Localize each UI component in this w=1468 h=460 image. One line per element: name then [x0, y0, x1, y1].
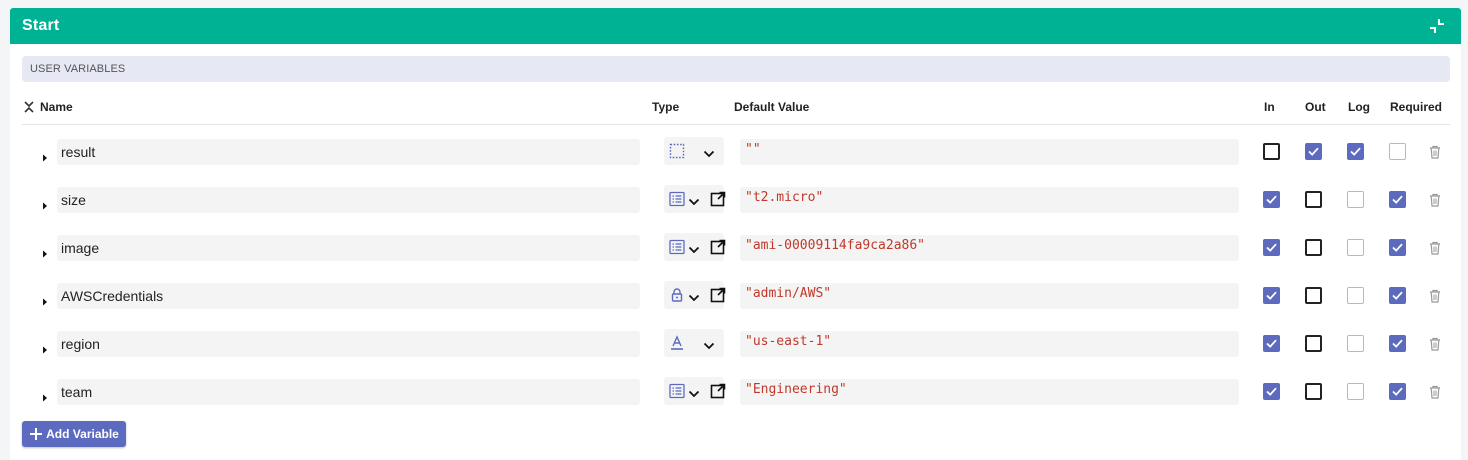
- table-row: size "t2.micro": [10, 182, 1461, 230]
- type-select[interactable]: [664, 137, 724, 165]
- trash-icon[interactable]: [1429, 241, 1441, 255]
- empty-type-icon: [669, 143, 685, 159]
- column-header-name: Name: [40, 100, 73, 114]
- required-checkbox[interactable]: [1389, 287, 1406, 304]
- header-divider: [22, 124, 1450, 125]
- log-checkbox[interactable]: [1347, 287, 1364, 304]
- table-row: result "": [10, 134, 1461, 182]
- variable-name-input[interactable]: image: [57, 235, 640, 261]
- list-icon: [669, 191, 685, 207]
- chevron-down-icon: [688, 386, 700, 398]
- chevron-down-icon: [703, 146, 715, 158]
- in-checkbox[interactable]: [1263, 383, 1280, 400]
- log-checkbox[interactable]: [1347, 239, 1364, 256]
- open-external-icon[interactable]: [710, 287, 726, 303]
- column-header-default-value: Default Value: [734, 100, 810, 114]
- open-external-icon[interactable]: [710, 239, 726, 255]
- default-value-input[interactable]: "admin/AWS": [740, 283, 1239, 309]
- table-row: image "ami-00009114fa9ca2a86": [10, 230, 1461, 278]
- out-checkbox[interactable]: [1305, 143, 1322, 160]
- out-checkbox[interactable]: [1305, 287, 1322, 304]
- required-checkbox[interactable]: [1389, 191, 1406, 208]
- collapse-icon[interactable]: [1427, 16, 1447, 36]
- out-checkbox[interactable]: [1305, 335, 1322, 352]
- list-icon: [669, 383, 685, 399]
- expand-caret-icon[interactable]: [40, 198, 50, 210]
- expand-caret-icon[interactable]: [40, 294, 50, 306]
- text-type-icon: [669, 335, 685, 351]
- in-checkbox[interactable]: [1263, 287, 1280, 304]
- lock-icon: [669, 287, 685, 303]
- open-external-icon[interactable]: [710, 191, 726, 207]
- column-header-log: Log: [1348, 100, 1370, 114]
- table-row: region "us-east-1": [10, 326, 1461, 374]
- required-checkbox[interactable]: [1389, 143, 1406, 160]
- required-checkbox[interactable]: [1389, 335, 1406, 352]
- column-header-out: Out: [1305, 100, 1326, 114]
- default-value-input[interactable]: "ami-00009114fa9ca2a86": [740, 235, 1239, 261]
- log-checkbox[interactable]: [1347, 191, 1364, 208]
- table-row: team "Engineering": [10, 374, 1461, 422]
- trash-icon[interactable]: [1429, 337, 1441, 351]
- expand-caret-icon[interactable]: [40, 150, 50, 162]
- type-select[interactable]: [664, 329, 724, 357]
- log-checkbox[interactable]: [1347, 335, 1364, 352]
- user-variables-section[interactable]: USER VARIABLES: [22, 56, 1450, 82]
- trash-icon[interactable]: [1429, 145, 1441, 159]
- log-checkbox[interactable]: [1347, 143, 1364, 160]
- column-header-in: In: [1264, 100, 1275, 114]
- variable-name-input[interactable]: result: [57, 139, 640, 165]
- out-checkbox[interactable]: [1305, 191, 1322, 208]
- chevron-down-icon: [703, 338, 715, 350]
- panel-header: Start: [10, 8, 1461, 44]
- variable-name-input[interactable]: size: [57, 187, 640, 213]
- expand-caret-icon[interactable]: [40, 342, 50, 354]
- column-header-type: Type: [652, 100, 680, 114]
- start-panel: Start USER VARIABLES Name Type Default V…: [10, 8, 1461, 460]
- default-value-input[interactable]: "us-east-1": [740, 331, 1239, 357]
- out-checkbox[interactable]: [1305, 239, 1322, 256]
- open-external-icon[interactable]: [710, 383, 726, 399]
- panel-title: Start: [22, 17, 60, 34]
- list-icon: [669, 239, 685, 255]
- expand-caret-icon[interactable]: [40, 246, 50, 258]
- trash-icon[interactable]: [1429, 385, 1441, 399]
- default-value-input[interactable]: "": [740, 139, 1239, 165]
- in-checkbox[interactable]: [1263, 143, 1280, 160]
- log-checkbox[interactable]: [1347, 383, 1364, 400]
- expand-caret-icon[interactable]: [40, 390, 50, 402]
- variable-name-input[interactable]: AWSCredentials: [57, 283, 640, 309]
- in-checkbox[interactable]: [1263, 335, 1280, 352]
- sort-toggle-icon[interactable]: [24, 100, 34, 114]
- in-checkbox[interactable]: [1263, 239, 1280, 256]
- chevron-down-icon: [688, 242, 700, 254]
- trash-icon[interactable]: [1429, 193, 1441, 207]
- column-header-required: Required: [1390, 100, 1443, 114]
- variable-name-input[interactable]: team: [57, 379, 640, 405]
- chevron-down-icon: [688, 194, 700, 206]
- required-checkbox[interactable]: [1389, 239, 1406, 256]
- add-variable-button[interactable]: Add Variable: [22, 421, 126, 447]
- out-checkbox[interactable]: [1305, 383, 1322, 400]
- required-checkbox[interactable]: [1389, 383, 1406, 400]
- default-value-input[interactable]: "t2.micro": [740, 187, 1239, 213]
- variable-name-input[interactable]: region: [57, 331, 640, 357]
- chevron-down-icon: [688, 290, 700, 302]
- add-variable-label: Add Variable: [46, 427, 119, 441]
- plus-icon: [30, 428, 43, 440]
- trash-icon[interactable]: [1429, 289, 1441, 303]
- table-row: AWSCredentials "admin/AWS": [10, 278, 1461, 326]
- in-checkbox[interactable]: [1263, 191, 1280, 208]
- default-value-input[interactable]: "Engineering": [740, 379, 1239, 405]
